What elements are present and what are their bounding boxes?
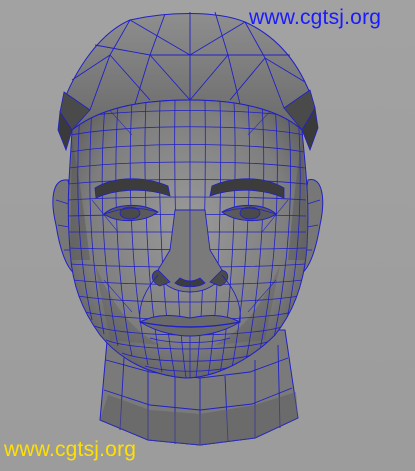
head-mesh[interactable] [0,0,415,471]
watermark-bottom: www.cgtsj.org [4,438,137,461]
watermark-top: www.cgtsj.org [249,6,382,29]
3d-viewport[interactable]: www.cgtsj.org www.cgtsj.org [0,0,415,471]
